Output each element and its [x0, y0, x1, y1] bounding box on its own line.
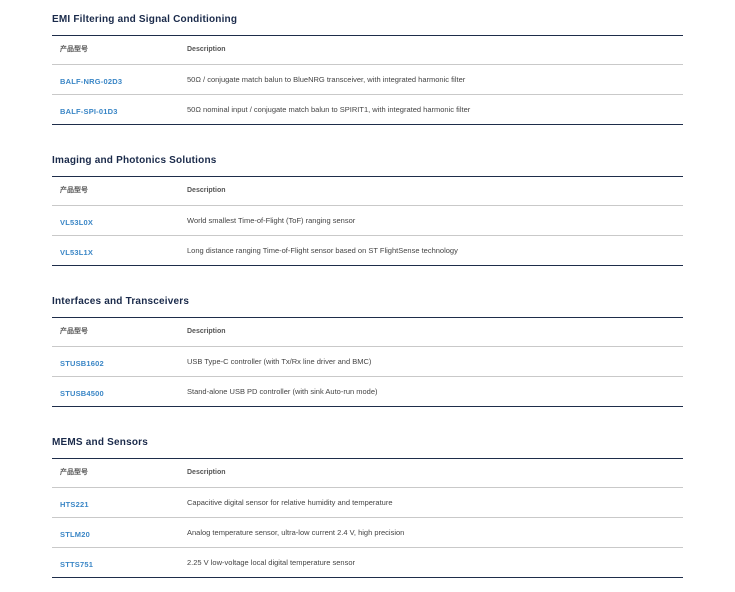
table-header-row: 产品型号 Description	[52, 177, 683, 206]
product-table: 产品型号 Description BALF-NRG-02D3 50Ω / con…	[52, 35, 683, 125]
part-description: USB Type-C controller (with Tx/Rx line d…	[187, 357, 372, 366]
part-number-link[interactable]: STUSB4500	[60, 389, 104, 398]
part-description: 50Ω / conjugate match balun to BlueNRG t…	[187, 75, 466, 84]
section-title: Interfaces and Transceivers	[52, 296, 190, 307]
part-description: Stand-alone USB PD controller (with sink…	[187, 387, 378, 396]
part-number-link[interactable]: VL53L0X	[60, 218, 93, 227]
column-header-description: Description	[187, 469, 226, 476]
section-title: MEMS and Sensors	[52, 437, 148, 448]
part-number-link[interactable]: VL53L1X	[60, 248, 93, 257]
part-number-link[interactable]: HTS221	[60, 500, 89, 509]
part-description: Analog temperature sensor, ultra-low cur…	[187, 528, 405, 537]
part-number-link[interactable]: STUSB1602	[60, 359, 104, 368]
section-title: EMI Filtering and Signal Conditioning	[52, 14, 238, 25]
table-row: STUSB1602 USB Type-C controller (with Tx…	[52, 347, 683, 377]
table-row: STUSB4500 Stand-alone USB PD controller …	[52, 377, 683, 407]
part-number-link[interactable]: STLM20	[60, 530, 90, 539]
part-description: 2.25 V low-voltage local digital tempera…	[187, 558, 356, 567]
column-header-part-number: 产品型号	[60, 469, 88, 476]
table-row: BALF-SPI-01D3 50Ω nominal input / conjug…	[52, 95, 683, 125]
column-header-part-number: 产品型号	[60, 46, 88, 53]
product-table: 产品型号 Description STUSB1602 USB Type-C co…	[52, 317, 683, 407]
column-header-description: Description	[187, 328, 226, 335]
column-header-part-number: 产品型号	[60, 187, 88, 194]
table-row: BALF-NRG-02D3 50Ω / conjugate match balu…	[52, 65, 683, 95]
column-header-part-number: 产品型号	[60, 328, 88, 335]
table-row: STTS751 2.25 V low-voltage local digital…	[52, 548, 683, 578]
table-row: VL53L0X World smallest Time-of-Flight (T…	[52, 206, 683, 236]
part-description: 50Ω nominal input / conjugate match balu…	[187, 105, 471, 114]
product-table: 产品型号 Description HTS221 Capacitive digit…	[52, 458, 683, 578]
table-header-row: 产品型号 Description	[52, 318, 683, 347]
part-number-link[interactable]: BALF-NRG-02D3	[60, 77, 122, 86]
table-row: STLM20 Analog temperature sensor, ultra-…	[52, 518, 683, 548]
table-header-row: 产品型号 Description	[52, 36, 683, 65]
part-number-link[interactable]: STTS751	[60, 560, 93, 569]
part-description: World smallest Time-of-Flight (ToF) rang…	[187, 216, 356, 225]
table-row: VL53L1X Long distance ranging Time-of-Fl…	[52, 236, 683, 266]
column-header-description: Description	[187, 187, 226, 194]
product-table: 产品型号 Description VL53L0X World smallest …	[52, 176, 683, 266]
column-header-description: Description	[187, 46, 226, 53]
part-number-link[interactable]: BALF-SPI-01D3	[60, 107, 118, 116]
table-header-row: 产品型号 Description	[52, 459, 683, 488]
table-row: HTS221 Capacitive digital sensor for rel…	[52, 488, 683, 518]
part-description: Long distance ranging Time-of-Flight sen…	[187, 246, 458, 255]
section-title: Imaging and Photonics Solutions	[52, 155, 217, 166]
part-description: Capacitive digital sensor for relative h…	[187, 498, 393, 507]
